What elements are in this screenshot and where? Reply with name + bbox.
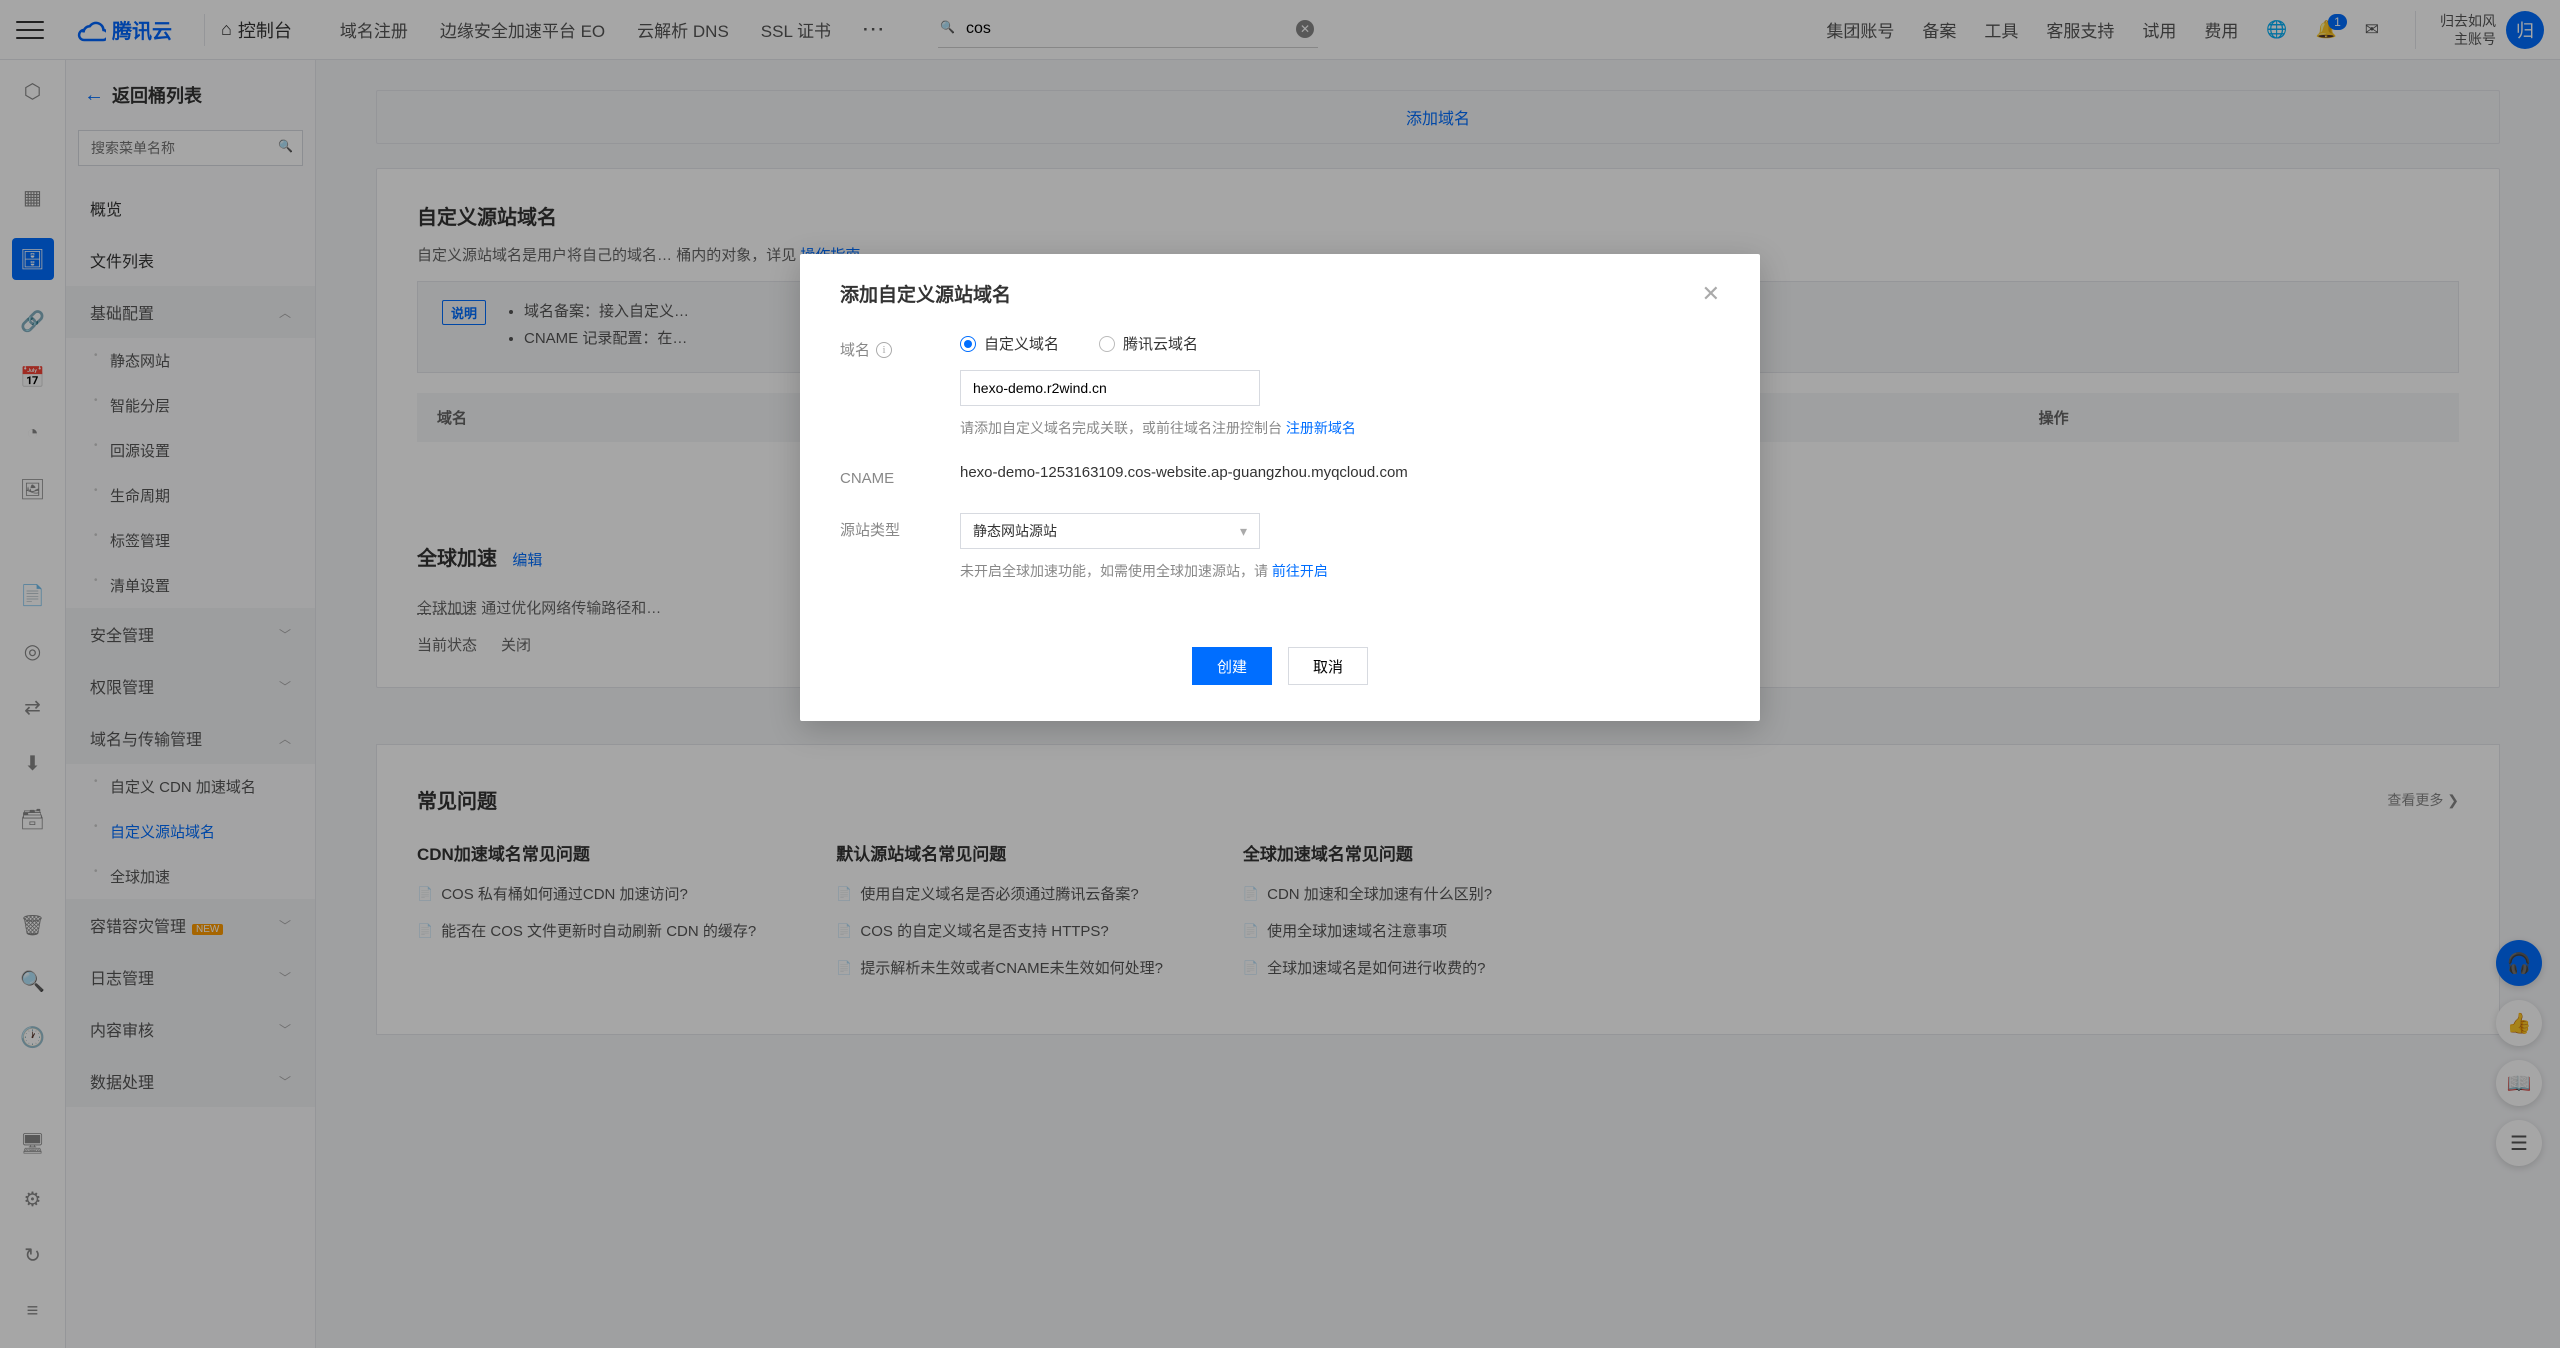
radio-custom-domain[interactable]: 自定义域名 xyxy=(960,333,1059,354)
cname-value: hexo-demo-1253163109.cos-website.ap-guan… xyxy=(960,464,1408,481)
register-domain-link[interactable]: 注册新域名 xyxy=(1286,420,1356,436)
create-button[interactable]: 创建 xyxy=(1192,647,1272,685)
origin-type-label: 源站类型 xyxy=(840,519,900,540)
origin-type-select[interactable]: 静态网站源站 ▾ xyxy=(960,513,1260,549)
add-domain-modal: 添加自定义源站域名 ✕ 域名 i 自定义域名 腾讯云域名 请添加自定义域名完成关… xyxy=(800,254,1760,721)
origin-hint: 未开启全球加速功能，如需使用全球加速源站，请 前往开启 xyxy=(960,561,1720,581)
domain-input[interactable] xyxy=(960,370,1260,406)
domain-hint: 请添加自定义域名完成关联，或前往域名注册控制台 注册新域名 xyxy=(960,418,1720,438)
cancel-button[interactable]: 取消 xyxy=(1288,647,1368,685)
enable-accel-link[interactable]: 前往开启 xyxy=(1272,563,1328,579)
modal-title: 添加自定义源站域名 xyxy=(840,280,1011,307)
radio-qcloud-domain[interactable]: 腾讯云域名 xyxy=(1099,333,1198,354)
cname-label: CNAME xyxy=(840,470,894,487)
chevron-down-icon: ▾ xyxy=(1240,523,1247,540)
info-icon[interactable]: i xyxy=(876,342,892,358)
domain-label: 域名 xyxy=(840,339,870,360)
close-icon[interactable]: ✕ xyxy=(1702,281,1720,307)
